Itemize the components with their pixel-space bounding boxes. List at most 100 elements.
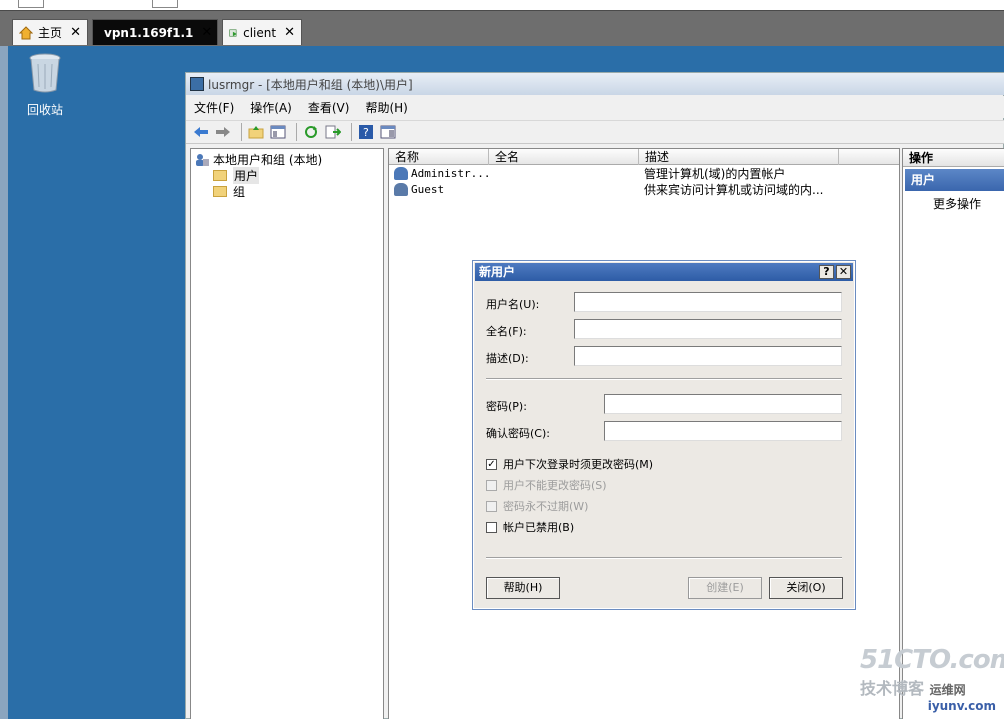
tree-pane: 本地用户和组 (本地) 用户 组 <box>190 148 384 719</box>
top-strip <box>0 0 1004 10</box>
tab-bar: 主页 ✕ vpn1.169f1.1 ✕ client ✕ <box>0 10 1004 46</box>
menu-action[interactable]: 操作(A) <box>250 99 292 116</box>
checkbox-checked[interactable]: ✓ <box>486 458 497 470</box>
actions-section-users[interactable]: 用户 <box>905 169 1004 191</box>
export-list-icon[interactable] <box>324 123 342 141</box>
new-user-dialog: 新用户 ? ✕ 用户名(U): 全名(F): 描述(D): 密码(P): 确认密… <box>472 260 856 610</box>
column-header-fullname[interactable]: 全名 <box>489 149 639 165</box>
top-field-1[interactable] <box>18 0 44 8</box>
tree-item-users[interactable]: 用户 <box>213 167 260 184</box>
cell-description: 管理计算机(域)的内置帐户 <box>644 167 786 181</box>
user-icon <box>394 167 408 180</box>
description-label: 描述(D): <box>486 352 529 365</box>
back-icon[interactable] <box>192 123 210 141</box>
column-header-name[interactable]: 名称 <box>389 149 489 165</box>
confirm-password-label: 确认密码(C): <box>486 427 550 440</box>
more-actions-link[interactable]: 更多操作 <box>933 195 981 212</box>
menu-file[interactable]: 文件(F) <box>194 99 234 116</box>
checkbox-label: 密码永不过期(W) <box>503 500 589 513</box>
watermark-text: 技术博客 运维网 <box>860 679 966 698</box>
watermark-text: 51CTO.com <box>860 645 1004 675</box>
checkbox-box <box>486 500 497 512</box>
close-icon[interactable]: ✕ <box>201 25 212 40</box>
actions-pane: 操作 用户 更多操作 <box>902 148 1004 719</box>
create-button[interactable]: 创建(E) <box>688 577 762 599</box>
tab-label: vpn1.169f1.1 <box>104 25 194 40</box>
tree-item-label: 组 <box>233 185 246 199</box>
divider <box>486 378 842 380</box>
password-field[interactable] <box>604 394 842 414</box>
checkbox-label: 用户下次登录时须更改密码(M) <box>503 458 654 471</box>
watermark-url: iyunv.com <box>927 699 996 713</box>
checkbox-must-change-password[interactable]: ✓ 用户下次登录时须更改密码(M) <box>486 456 653 472</box>
tab-label: client <box>243 25 277 40</box>
username-field[interactable] <box>574 292 842 312</box>
users-group-icon <box>196 153 209 166</box>
cell-description: 供来宾访问计算机或访问域的内... <box>644 183 824 197</box>
help-icon[interactable]: ? <box>357 123 375 141</box>
checkbox-label: 帐户已禁用(B) <box>503 521 575 534</box>
dialog-close-button[interactable]: ✕ <box>836 265 851 279</box>
username-label: 用户名(U): <box>486 298 540 311</box>
home-icon <box>19 25 33 39</box>
toolbar-separator <box>241 123 242 141</box>
vm-play-icon <box>229 28 237 37</box>
tab-label: 主页 <box>38 26 63 40</box>
show-hide-tree-icon[interactable] <box>269 123 287 141</box>
fullname-field[interactable] <box>574 319 842 339</box>
menu-help[interactable]: 帮助(H) <box>365 99 407 116</box>
close-icon[interactable]: ✕ <box>70 25 81 40</box>
toolbar: ? <box>186 120 1004 144</box>
column-header-description[interactable]: 描述 <box>639 149 839 165</box>
window-titlebar[interactable]: lusrmgr - [本地用户和组 (本地)\用户] <box>186 73 1004 95</box>
toolbar-separator <box>351 123 352 141</box>
actions-header: 操作 <box>903 149 1004 167</box>
table-row[interactable]: Administr... 管理计算机(域)的内置帐户 <box>394 167 894 181</box>
tab-client[interactable]: client ✕ <box>222 19 302 45</box>
tree-root-label: 本地用户和组 (本地) <box>213 153 323 167</box>
refresh-icon[interactable] <box>302 123 320 141</box>
top-field-2[interactable] <box>152 0 178 8</box>
tab-vpn[interactable]: vpn1.169f1.1 ✕ <box>92 19 218 45</box>
checkbox-label: 用户不能更改密码(S) <box>503 479 607 492</box>
toolbar-separator <box>296 123 297 141</box>
list-header: 名称 全名 描述 <box>389 149 899 165</box>
menu-bar: 文件(F) 操作(A) 查看(V) 帮助(H) <box>186 96 1004 118</box>
dialog-titlebar[interactable]: 新用户 ? ✕ <box>475 263 853 281</box>
app-icon <box>190 77 204 91</box>
forward-icon[interactable] <box>214 123 232 141</box>
cell-name: Administr... <box>411 167 491 180</box>
watermark-logo: 51CTO.com 技术博客 运维网 iyunv.com <box>860 645 1004 715</box>
menu-view[interactable]: 查看(V) <box>308 99 350 116</box>
password-label: 密码(P): <box>486 400 527 413</box>
user-icon <box>394 183 408 196</box>
up-folder-icon[interactable] <box>247 123 265 141</box>
svg-text:?: ? <box>363 126 369 139</box>
tree-root[interactable]: 本地用户和组 (本地) <box>194 151 322 168</box>
checkbox-box <box>486 479 497 491</box>
confirm-password-field[interactable] <box>604 421 842 441</box>
cell-name: Guest <box>411 183 445 196</box>
divider <box>486 557 842 559</box>
recycle-bin-label: 回收站 <box>26 103 63 117</box>
checkbox-password-never-expires: 密码永不过期(W) <box>486 498 588 514</box>
tree-item-groups[interactable]: 组 <box>213 183 245 200</box>
checkbox-box[interactable] <box>486 521 497 533</box>
close-icon[interactable]: ✕ <box>284 25 295 40</box>
table-row[interactable]: Guest 供来宾访问计算机或访问域的内... <box>394 183 894 197</box>
close-button[interactable]: 关闭(O) <box>769 577 843 599</box>
desktop-edge <box>0 46 8 719</box>
description-field[interactable] <box>574 346 842 366</box>
tree-item-label: 用户 <box>233 167 260 184</box>
window-title: lusrmgr - [本地用户和组 (本地)\用户] <box>208 77 413 92</box>
recycle-bin-icon <box>29 53 61 93</box>
help-button[interactable]: 帮助(H) <box>486 577 560 599</box>
dialog-title: 新用户 <box>479 265 516 279</box>
checkbox-cannot-change-password: 用户不能更改密码(S) <box>486 477 607 493</box>
help-question-button[interactable]: ? <box>819 265 834 279</box>
action-pane-icon[interactable] <box>379 123 397 141</box>
tab-home[interactable]: 主页 ✕ <box>12 19 88 45</box>
checkbox-account-disabled[interactable]: 帐户已禁用(B) <box>486 519 574 535</box>
recycle-bin[interactable]: 回收站 <box>22 52 68 118</box>
folder-icon <box>213 186 227 197</box>
